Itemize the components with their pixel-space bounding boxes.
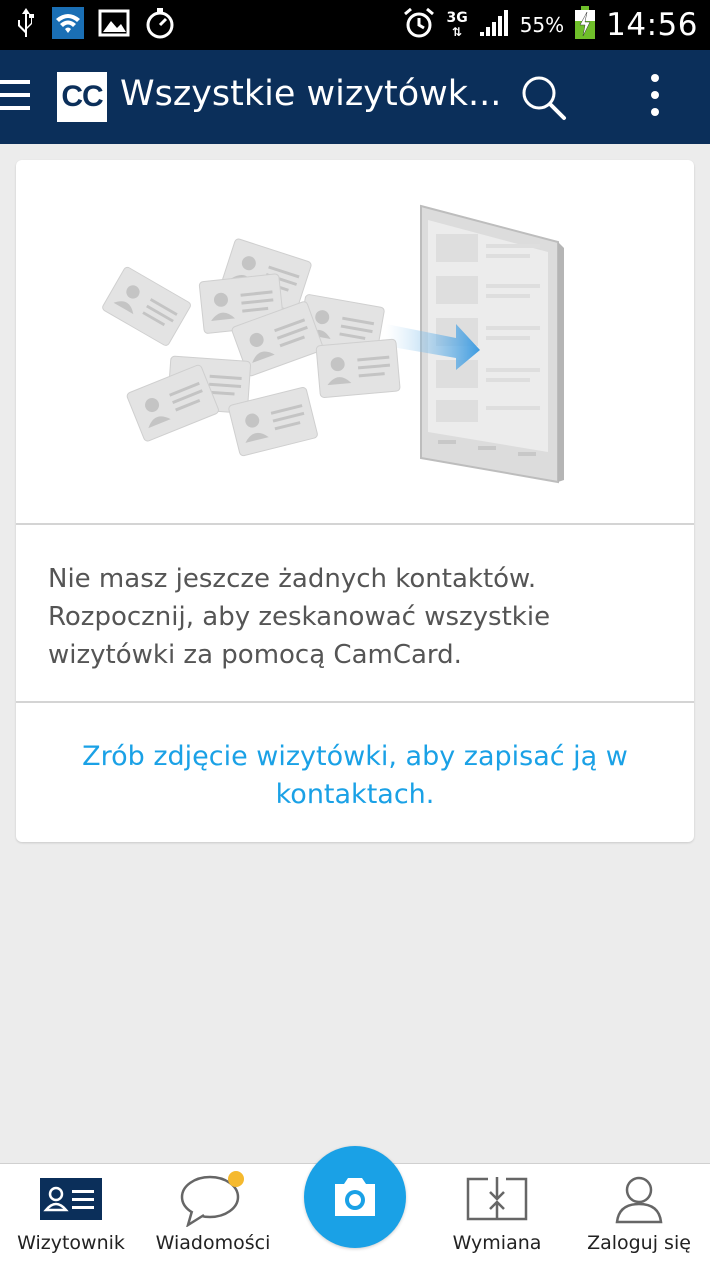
- page-title[interactable]: Wszystkie wizytówk...: [120, 74, 501, 114]
- nav-item-wymiana[interactable]: Wymiana: [426, 1164, 568, 1263]
- notification-dot: [228, 1171, 244, 1187]
- camera-icon: [335, 1178, 375, 1216]
- alarm-icon: [402, 6, 436, 45]
- divider: [16, 523, 694, 525]
- empty-state-card: Nie masz jeszcze żadnych kontaktów. Rozp…: [16, 160, 694, 842]
- signal-icon: [478, 8, 510, 43]
- nav-item-zaloguj[interactable]: Zaloguj się: [568, 1164, 710, 1263]
- gallery-icon: [98, 9, 130, 42]
- nav-label: Zaloguj się: [587, 1232, 691, 1254]
- nav-label: Wymiana: [452, 1232, 542, 1254]
- camera-button[interactable]: [304, 1146, 406, 1248]
- timer-icon: [144, 7, 176, 44]
- nav-label: Wiadomości: [155, 1232, 271, 1254]
- camcard-logo: CC: [57, 72, 107, 122]
- usb-icon: [14, 6, 38, 45]
- wifi-icon: [52, 6, 84, 44]
- business-card-icon: [0, 1174, 142, 1224]
- more-options-icon[interactable]: [640, 74, 670, 122]
- nav-item-wizytownik[interactable]: Wizytownik: [0, 1164, 142, 1263]
- battery-charging-icon: [574, 5, 596, 45]
- chat-bubble-icon: [142, 1171, 284, 1227]
- status-bar: 3G ⇅ 55% 14:56: [0, 0, 710, 50]
- search-icon[interactable]: [518, 72, 570, 124]
- menu-icon[interactable]: [0, 80, 34, 114]
- app-bar: CC Wszystkie wizytówk...: [0, 50, 710, 144]
- nav-label: Wizytownik: [17, 1232, 125, 1254]
- nav-item-wiadomosci[interactable]: Wiadomości: [142, 1164, 284, 1263]
- clock: 14:56: [606, 7, 698, 43]
- battery-percent: 55%: [519, 13, 565, 37]
- user-icon: [568, 1174, 710, 1224]
- divider: [16, 701, 694, 703]
- take-photo-link[interactable]: Zrób zdjęcie wizytówki, aby zapisać ją w…: [56, 738, 654, 814]
- exchange-icon: [426, 1174, 568, 1224]
- network-type: 3G ⇅: [446, 10, 468, 39]
- scan-cards-illustration: [16, 160, 694, 523]
- empty-state-message: Nie masz jeszcze żadnych kontaktów. Rozp…: [48, 564, 551, 670]
